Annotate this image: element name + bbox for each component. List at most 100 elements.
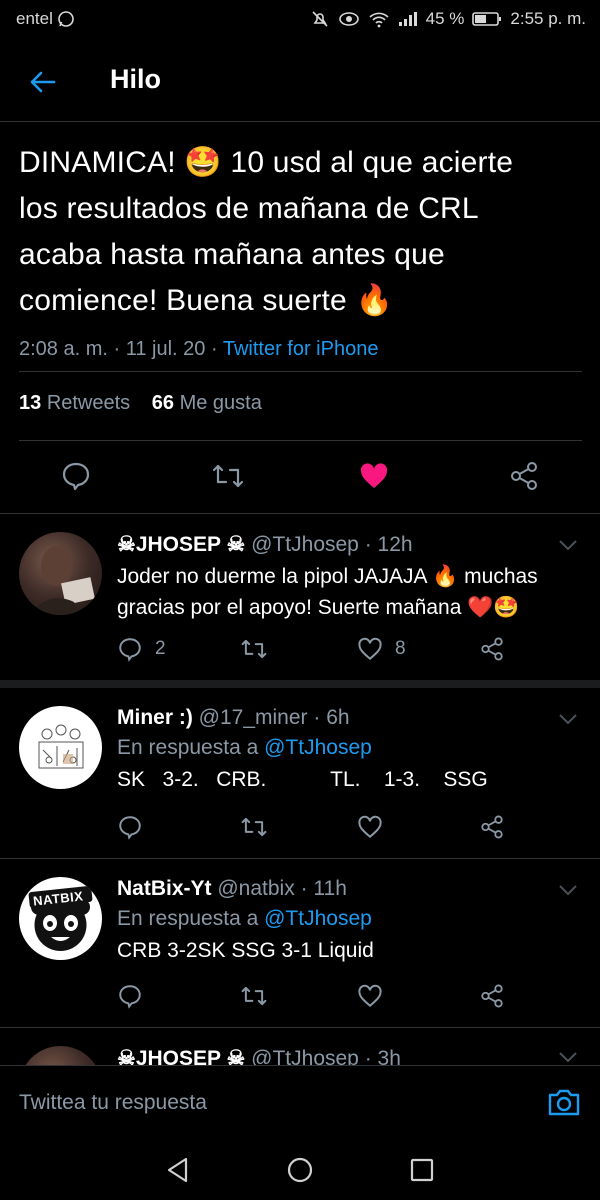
likes-stat[interactable]: 66 Me gusta [152,392,262,414]
tweet-text-line: los resultados de mañana de CRL [19,192,479,225]
reply-actions: 2 8 [117,636,517,666]
like-button[interactable]: 8 [357,636,406,662]
reply-text: SK 3-2. CRB. TL. 1-3. SSG [117,768,488,791]
back-arrow-icon [30,71,56,93]
tweet-text-line: DINAMICA! 🤩 10 usd al que acierte [19,146,514,179]
chevron-down-icon[interactable] [558,1050,578,1064]
reply-button[interactable]: 2 [117,636,166,662]
display-name[interactable]: NatBix-Yt [117,877,212,900]
like-button[interactable] [357,983,383,1009]
circle-home-icon [287,1157,313,1183]
avatar[interactable] [19,706,102,789]
reply-text-line: gracias por el apoyo! Suerte mañana ❤️🤩 [117,596,520,619]
tweet-text-line: comience! Buena suerte 🔥 [19,284,394,317]
display-name[interactable]: ☠JHOSEP ☠ [117,1047,245,1065]
user-handle[interactable]: @TtJhosep [251,1047,359,1065]
retweet-icon [241,639,267,659]
retweet-icon [212,464,244,488]
reply-tweet[interactable]: NATBIX NatBix-Yt @natbix · 11h En respue… [0,859,600,1027]
reply-count: 2 [155,638,166,659]
camera-icon [548,1089,580,1116]
reply-text-line: Joder no duerme la pipol JAJAJA 🔥 muchas [117,565,538,588]
reply-tweet[interactable]: ☠JHOSEP ☠ @TtJhosep · 3h [0,1028,600,1065]
reply-actions [117,983,517,1013]
reply-icon [119,985,141,1009]
reply-to-mention[interactable]: @TtJhosep [264,736,372,759]
signal-icon [398,11,418,27]
avatar[interactable]: NATBIX [19,877,102,960]
nav-back-button[interactable] [164,1156,192,1184]
carrier-label: entel [16,9,53,28]
tweet-text-line: acaba hasta mañana antes que [19,238,445,271]
retweets-label: Retweets [46,392,131,414]
retweet-button[interactable] [239,983,269,1009]
reply-to-label: En respuesta a [117,907,259,930]
reply-icon [119,816,141,840]
mute-icon [310,9,330,29]
chevron-down-icon[interactable] [558,883,578,897]
reply-button[interactable] [117,983,143,1009]
avatar[interactable] [19,532,102,615]
reply-header: ☠JHOSEP ☠ @TtJhosep · 12h [117,533,413,556]
chevron-down-icon[interactable] [558,712,578,726]
heart-icon [358,984,382,1008]
share-button[interactable] [479,814,505,840]
reply-header: NatBix-Yt @natbix · 11h [117,877,347,900]
avatar[interactable] [19,1046,102,1065]
like-button[interactable] [357,814,383,840]
share-button[interactable] [479,983,505,1009]
reply-icon [119,638,141,662]
heart-icon [358,637,382,661]
like-count: 8 [395,638,406,659]
eye-icon [338,10,360,28]
back-button[interactable] [22,62,62,102]
retweet-button[interactable] [210,460,246,492]
heart-icon [358,815,382,839]
tweet-age: 11h [313,877,347,900]
reply-tweet[interactable]: ☠JHOSEP ☠ @TtJhosep · 12h Joder no duerm… [0,514,600,680]
tweet-time: 2:08 a. m. [19,338,108,360]
battery-icon [472,11,502,27]
reply-input[interactable]: Twittea tu respuesta [19,1091,207,1115]
camera-button[interactable] [546,1084,582,1120]
reply-tweet[interactable]: Miner :) @17_miner · 6h En respuesta a @… [0,688,600,858]
user-handle[interactable]: @TtJhosep [251,533,359,556]
reply-text: Joder no duerme la pipol JAJAJA 🔥 muchas… [117,561,582,623]
retweet-button[interactable] [239,814,269,840]
share-icon [481,815,503,839]
thread-separator [0,680,600,688]
tweet-meta: 2:08 a. m. · 11 jul. 20 · Twitter for iP… [19,338,379,360]
reply-to-mention[interactable]: @TtJhosep [264,907,372,930]
user-handle[interactable]: @17_miner [199,706,308,729]
reply-button[interactable] [60,460,92,492]
likes-label: Me gusta [179,392,262,414]
reply-header: Miner :) @17_miner · 6h [117,706,350,729]
reply-icon [62,462,90,491]
tweet-age: 3h [377,1047,401,1065]
reply-to-label: En respuesta a [117,736,259,759]
tweet-text: DINAMICA! 🤩 10 usd al que acierte los re… [19,140,584,324]
retweet-button[interactable] [239,636,269,662]
triangle-back-icon [167,1157,188,1183]
status-bar: entel 45 % 2:55 p. m. [0,0,600,40]
tweet-age: 12h [377,533,413,556]
share-button[interactable] [479,636,505,662]
like-button[interactable] [358,460,390,492]
display-name[interactable]: Miner :) [117,706,193,729]
user-handle[interactable]: @natbix [217,877,294,900]
battery-percent: 45 % [425,9,465,28]
display-name[interactable]: ☠JHOSEP ☠ [117,533,245,556]
system-nav-bar [0,1140,600,1200]
reply-text: CRB 3-2SK SSG 3-1 Liquid [117,939,374,962]
main-tweet-actions [0,456,600,496]
chevron-down-icon[interactable] [558,538,578,552]
tweet-source-link[interactable]: Twitter for iPhone [223,338,379,360]
likes-count: 66 [151,392,174,414]
reply-context: En respuesta a @TtJhosep [117,907,582,931]
share-button[interactable] [508,460,540,492]
retweet-icon [241,817,267,837]
retweets-stat[interactable]: 13 Retweets [19,392,130,414]
nav-home-button[interactable] [286,1156,314,1184]
reply-button[interactable] [117,814,143,840]
nav-recents-button[interactable] [408,1156,436,1184]
